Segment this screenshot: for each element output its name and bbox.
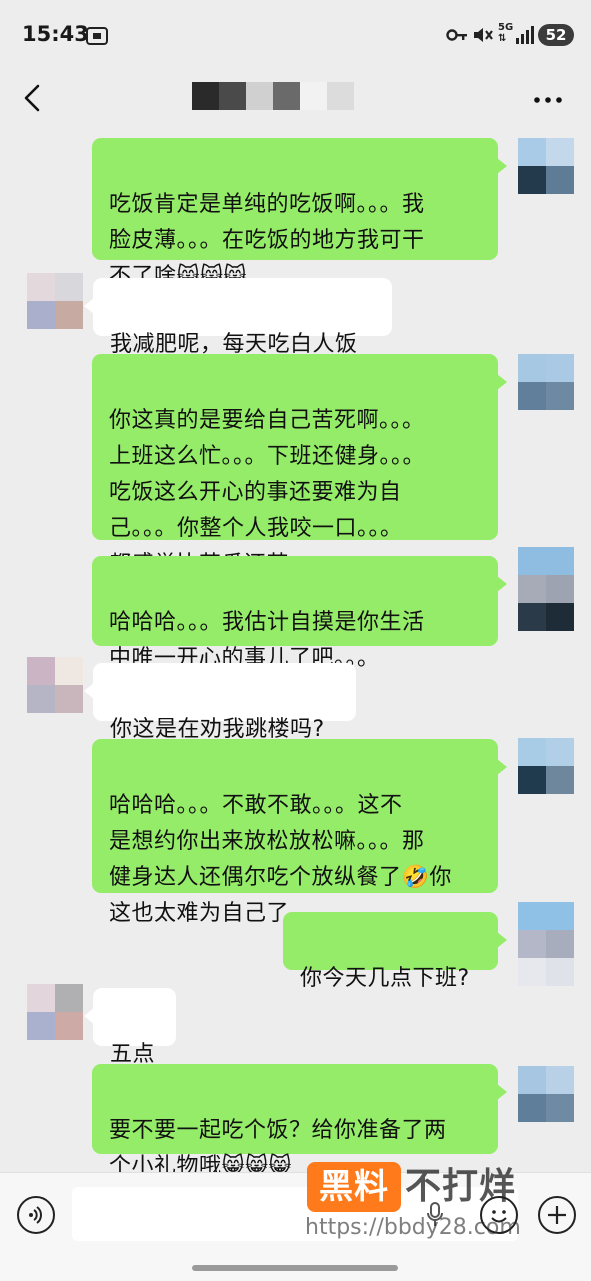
- watermark-url: https://bbdy28.com: [305, 1215, 521, 1240]
- message-bubble[interactable]: 要不要一起吃个饭？给你准备了两 个小礼物哦😸😸😸: [92, 1064, 507, 1179]
- screen-record-icon: [86, 27, 108, 45]
- watermark: 黑料 不打烊 https://bbdy28.com: [305, 1162, 575, 1247]
- message-bubble[interactable]: 我减肥呢，每天吃白人饭: [84, 278, 392, 357]
- more-dots-icon[interactable]: [532, 92, 564, 108]
- my-avatar[interactable]: [518, 547, 574, 631]
- message-text: 哈哈哈。。。我估计自摸是你生活 中唯一开心的事儿了吧。。。: [109, 610, 425, 671]
- contact-avatar[interactable]: [27, 984, 83, 1040]
- voice-icon[interactable]: [17, 1196, 55, 1234]
- contact-avatar[interactable]: [27, 657, 83, 713]
- status-time: 15:43: [22, 22, 89, 46]
- chat-title-redacted: [192, 82, 354, 110]
- message-bubble[interactable]: 你今天几点下班?: [283, 912, 507, 991]
- my-avatar[interactable]: [518, 1066, 574, 1122]
- message-bubble[interactable]: 哈哈哈。。。不敢不敢。。。这不 是想约你出来放松放松嘛。。。那 健身达人还偶尔吃…: [92, 739, 507, 926]
- home-indicator[interactable]: [192, 1265, 398, 1271]
- mute-icon: [474, 28, 493, 42]
- chat-history[interactable]: 吃饭肯定是单纯的吃饭啊。。。我 脸皮薄。。。在吃饭的地方我可干 不了啥😸😸😸 我…: [0, 132, 591, 1179]
- chat-header: [0, 70, 591, 132]
- message-text: 你今天几点下班?: [300, 966, 470, 991]
- message-text: 哈哈哈。。。不敢不敢。。。这不 是想约你出来放松放松嘛。。。那 健身达人还偶尔吃…: [109, 793, 452, 926]
- my-avatar[interactable]: [518, 738, 574, 794]
- signal-icon: [516, 26, 534, 44]
- message-bubble[interactable]: 你这真的是要给自己苦死啊。。。 上班这么忙。。。下班还健身。。。 吃饭这么开心的…: [92, 354, 507, 577]
- my-avatar[interactable]: [518, 902, 574, 986]
- watermark-slogan: 不打烊: [405, 1166, 517, 1207]
- my-avatar[interactable]: [518, 138, 574, 194]
- message-bubble[interactable]: 你这是在劝我跳楼吗?: [84, 663, 356, 742]
- message-bubble[interactable]: 五点: [84, 988, 176, 1067]
- chevron-left-icon[interactable]: [22, 80, 62, 120]
- contact-avatar[interactable]: [27, 273, 83, 329]
- message-bubble[interactable]: 哈哈哈。。。我估计自摸是你生活 中唯一开心的事儿了吧。。。: [92, 556, 507, 671]
- message-text: 你这真的是要给自己苦死啊。。。 上班这么忙。。。下班还健身。。。 吃饭这么开心的…: [109, 408, 426, 577]
- my-avatar[interactable]: [518, 354, 574, 410]
- watermark-logo: 黑料: [307, 1162, 401, 1212]
- status-bar: 15:43 5G ⇅ 52: [0, 0, 591, 70]
- key-icon: [446, 29, 467, 41]
- message-text: 吃饭肯定是单纯的吃饭啊。。。我 脸皮薄。。。在吃饭的地方我可干 不了啥: [109, 192, 425, 289]
- message-bubble[interactable]: 吃饭肯定是单纯的吃饭啊。。。我 脸皮薄。。。在吃饭的地方我可干 不了啥😸😸😸: [92, 138, 507, 289]
- network-type: 5G ⇅: [498, 22, 514, 44]
- battery-level: 52: [538, 24, 574, 46]
